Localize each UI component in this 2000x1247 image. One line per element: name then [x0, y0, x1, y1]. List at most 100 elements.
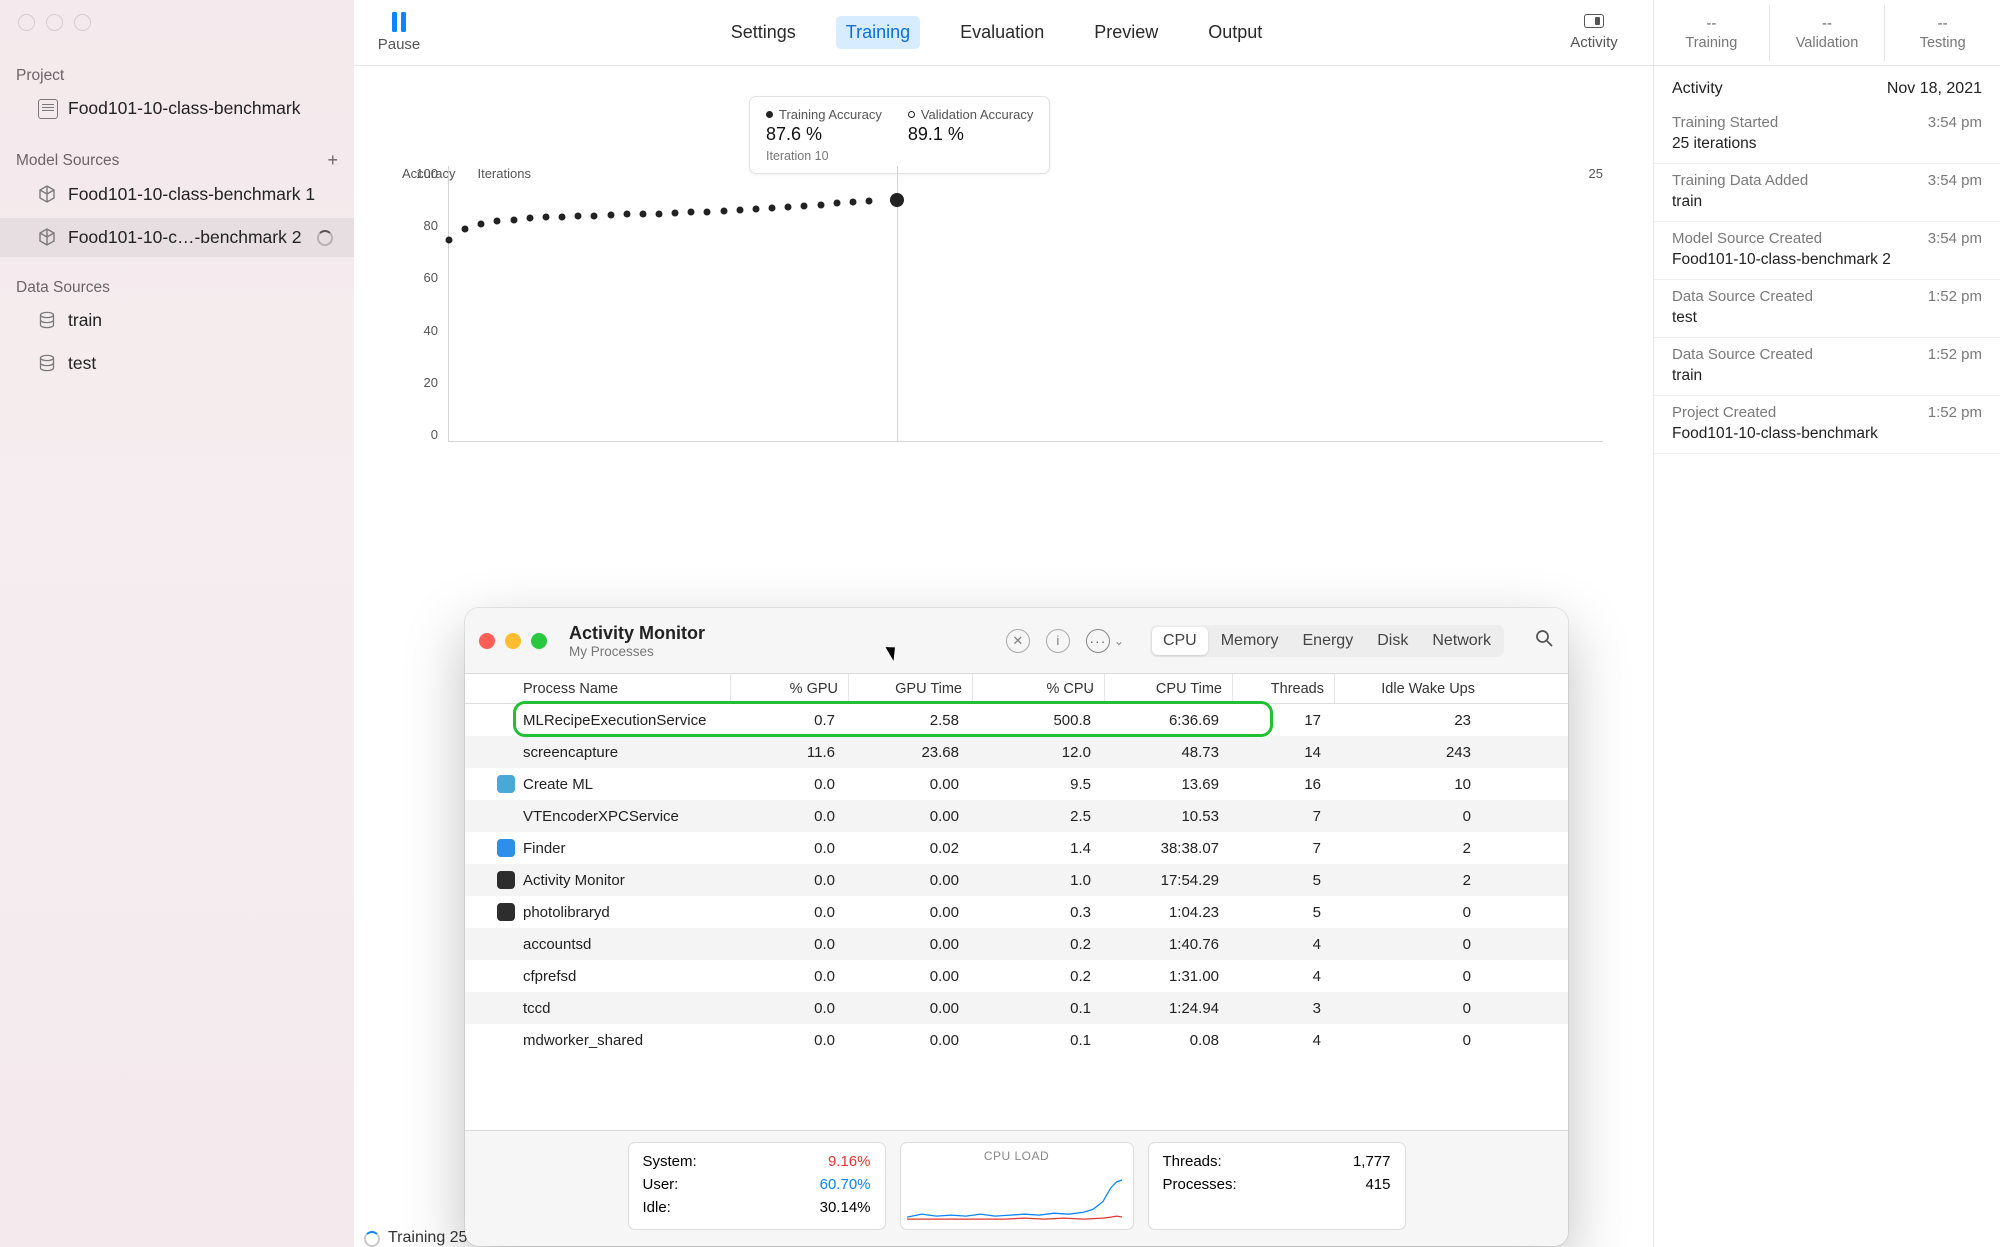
event-detail: Food101-10-class-benchmark 2 [1672, 251, 1982, 269]
pause-icon [391, 12, 407, 32]
pause-button[interactable]: Pause [354, 12, 444, 53]
col-cpu-time[interactable]: CPU Time [1105, 674, 1233, 703]
activity-event: Training Data Added3:54 pmtrain [1654, 164, 2000, 222]
table-row[interactable]: MLRecipeExecutionService 0.7 2.58 500.8 … [465, 704, 1568, 736]
cell-cpu-pct: 500.8 [973, 712, 1105, 729]
table-row[interactable]: photolibraryd 0.0 0.00 0.3 1:04.23 5 0 [465, 896, 1568, 928]
am-tab-memory[interactable]: Memory [1210, 627, 1290, 655]
cell-gpu-time: 0.00 [849, 968, 973, 985]
fullscreen-icon[interactable] [531, 633, 547, 649]
app-icon [497, 871, 515, 889]
sidebar-item-model-source[interactable]: Food101-10-c…-benchmark 2 [0, 218, 354, 257]
cell-cpu-time: 0.08 [1105, 1032, 1233, 1049]
col-cpu-pct[interactable]: % CPU⌄ [973, 674, 1105, 703]
chart-data-point [526, 215, 533, 222]
process-name: Create ML [523, 776, 593, 793]
activity-header-row: Activity Nov 18, 2021 [1654, 66, 2000, 106]
table-row[interactable]: tccd 0.0 0.00 0.1 1:24.94 3 0 [465, 992, 1568, 1024]
am-traffic-lights [479, 633, 547, 649]
col-idle-wakeups[interactable]: Idle Wake Ups [1335, 674, 1485, 703]
tab-output[interactable]: Output [1198, 16, 1272, 49]
cell-cpu-pct: 0.1 [973, 1000, 1105, 1017]
chevron-down-icon: ⌄ [1086, 683, 1094, 694]
cell-idle-wakeups: 0 [1335, 1032, 1485, 1049]
col-threads[interactable]: Threads [1233, 674, 1335, 703]
table-row[interactable]: screencapture 11.6 23.68 12.0 48.73 14 2… [465, 736, 1568, 768]
event-detail: 25 iterations [1672, 135, 1982, 153]
am-tab-energy[interactable]: Energy [1292, 627, 1365, 655]
database-icon [38, 354, 58, 374]
am-tab-disk[interactable]: Disk [1366, 627, 1419, 655]
tab-evaluation[interactable]: Evaluation [950, 16, 1054, 49]
sidebar-right-icon [1584, 14, 1604, 28]
cell-cpu-time: 1:04.23 [1105, 904, 1233, 921]
metrics-tab-testing[interactable]: --Testing [1885, 5, 2000, 61]
dot-icon [766, 111, 773, 118]
chart-data-point [575, 213, 582, 220]
table-row[interactable]: mdworker_shared 0.0 0.00 0.1 0.08 4 0 [465, 1024, 1568, 1056]
chart-data-point [720, 207, 727, 214]
table-row[interactable]: cfprefsd 0.0 0.00 0.2 1:31.00 4 0 [465, 960, 1568, 992]
minimize-icon[interactable] [46, 14, 63, 31]
chart-data-point [591, 212, 598, 219]
chart-data-point [478, 220, 485, 227]
cell-gpu-time: 0.00 [849, 1032, 973, 1049]
search-button[interactable] [1534, 628, 1554, 653]
event-title: Data Source Created [1672, 346, 1813, 363]
tab-settings[interactable]: Settings [721, 16, 806, 49]
table-row[interactable]: Finder 0.0 0.02 1.4 38:38.07 7 2 [465, 832, 1568, 864]
table-row[interactable]: VTEncoderXPCService 0.0 0.00 2.5 10.53 7… [465, 800, 1568, 832]
col-gpu-pct[interactable]: % GPU [731, 674, 849, 703]
stop-process-button[interactable]: ✕ [1006, 629, 1030, 653]
table-row[interactable]: Activity Monitor 0.0 0.00 1.0 17:54.29 5… [465, 864, 1568, 896]
cell-threads: 4 [1233, 936, 1335, 953]
cell-cpu-pct: 0.2 [973, 968, 1105, 985]
activity-event: Data Source Created1:52 pmtest [1654, 280, 2000, 338]
cell-idle-wakeups: 0 [1335, 1000, 1485, 1017]
cell-cpu-time: 17:54.29 [1105, 872, 1233, 889]
chart-plot-area [448, 166, 1603, 442]
add-model-source-button[interactable]: + [327, 150, 338, 171]
chart-data-point [672, 210, 679, 217]
main-tabs: Settings Training Evaluation Preview Output [444, 16, 1549, 49]
sidebar-item-data-source[interactable]: test [0, 344, 354, 383]
event-title: Model Source Created [1672, 230, 1822, 247]
event-title: Project Created [1672, 404, 1776, 421]
cell-cpu-pct: 9.5 [973, 776, 1105, 793]
am-tab-cpu[interactable]: CPU [1152, 627, 1208, 655]
sidebar-item-project[interactable]: Food101-10-class-benchmark [0, 89, 354, 128]
cell-gpu-pct: 0.0 [731, 1000, 849, 1017]
table-row[interactable]: accountsd 0.0 0.00 0.2 1:40.76 4 0 [465, 928, 1568, 960]
process-count-stats: Threads:1,777 Processes:415 [1148, 1142, 1406, 1230]
tab-training[interactable]: Training [836, 16, 920, 49]
process-name: mdworker_shared [523, 1032, 643, 1049]
tooltip-iteration: Iteration 10 [766, 149, 882, 163]
info-button[interactable]: i [1046, 629, 1070, 653]
col-process-name[interactable]: Process Name [465, 674, 731, 703]
chart-data-point [785, 203, 792, 210]
tab-preview[interactable]: Preview [1084, 16, 1168, 49]
fullscreen-icon[interactable] [74, 14, 91, 31]
process-name: accountsd [523, 936, 591, 953]
activity-panel-toggle[interactable]: Activity [1549, 14, 1639, 51]
table-row[interactable]: Create ML 0.0 0.00 9.5 13.69 16 10 [465, 768, 1568, 800]
metrics-tab-training[interactable]: --Training [1654, 5, 1770, 61]
options-menu-button[interactable]: ··· ⌄ [1086, 629, 1124, 653]
close-icon[interactable] [479, 633, 495, 649]
sidebar-item-label: Food101-10-c…-benchmark 2 [68, 227, 301, 248]
process-name: cfprefsd [523, 968, 576, 985]
sidebar-item-model-source[interactable]: Food101-10-class-benchmark 1 [0, 175, 354, 214]
chart-data-point [866, 198, 873, 205]
minimize-icon[interactable] [505, 633, 521, 649]
event-time: 3:54 pm [1928, 114, 1982, 131]
metrics-tab-validation[interactable]: --Validation [1770, 5, 1886, 61]
tooltip-series-label: Training Accuracy [779, 107, 882, 122]
sidebar-item-data-source[interactable]: train [0, 301, 354, 340]
col-gpu-time[interactable]: GPU Time [849, 674, 973, 703]
process-name: tccd [523, 1000, 551, 1017]
event-title: Data Source Created [1672, 288, 1813, 305]
window-traffic-lights [0, 0, 354, 31]
close-icon[interactable] [18, 14, 35, 31]
chart-data-point [849, 199, 856, 206]
am-tab-network[interactable]: Network [1421, 627, 1502, 655]
